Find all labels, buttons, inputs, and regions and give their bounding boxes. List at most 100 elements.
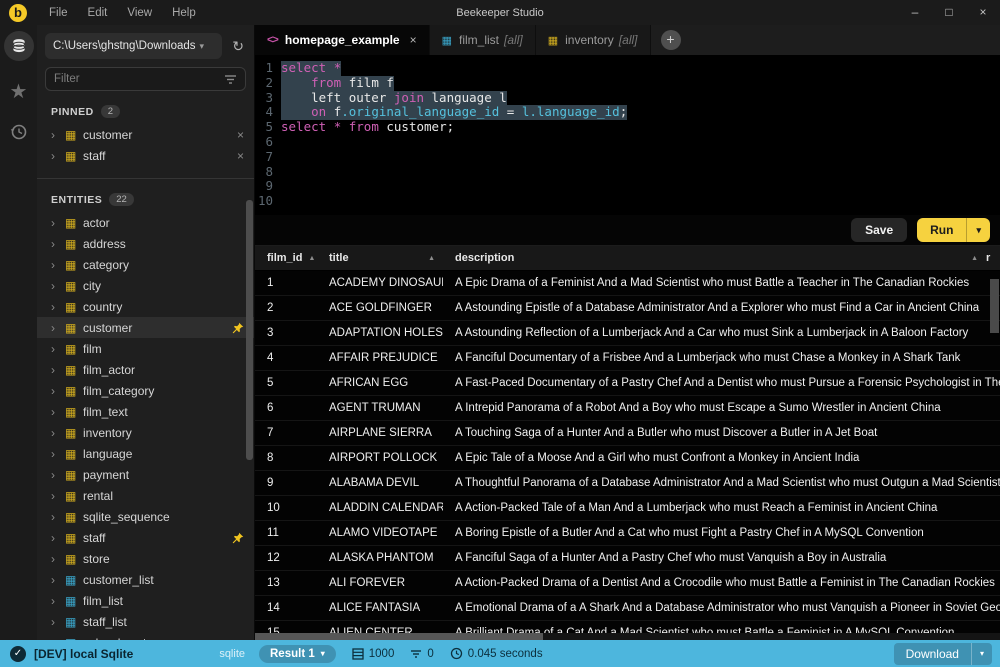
entity-item-staff_list[interactable]: ›▦staff_list [37, 611, 254, 632]
cell-title: ALABAMA DEVIL [317, 477, 443, 489]
refresh-icon[interactable]: ↻ [232, 38, 244, 55]
table-icon: ▦ [65, 405, 83, 419]
tab-inventory[interactable]: ▦inventory[all] [536, 25, 651, 55]
column-header-film-id[interactable]: film_id ▲ [255, 252, 317, 264]
chevron-right-icon: › [51, 594, 65, 608]
maximize-icon[interactable]: □ [932, 0, 966, 25]
history-icon[interactable] [9, 122, 28, 146]
entity-item-film_list[interactable]: ›▦film_list [37, 590, 254, 611]
connection-selector[interactable]: C:\Users\ghstng\Downloads ▾ [45, 33, 222, 59]
entity-item-sales_by_store[interactable]: ›▦sales_by_store [37, 632, 254, 640]
entity-item-customer[interactable]: ›▦customer [37, 317, 254, 338]
run-options-caret-icon[interactable]: ▾ [966, 218, 990, 242]
cell-title: ALASKA PHANTOM [317, 552, 443, 564]
column-header-description[interactable]: description ▲ [443, 252, 986, 264]
pinned-item-customer[interactable]: ›▦customer× [37, 124, 254, 145]
close-tab-icon[interactable]: × [410, 33, 417, 47]
table-row[interactable]: 14ALICE FANTASIAA Emotional Drama of a A… [255, 596, 1000, 621]
pinned-item-staff[interactable]: ›▦staff× [37, 145, 254, 166]
close-icon[interactable]: × [966, 0, 1000, 25]
editor-line-text: left outer join language l [281, 91, 507, 106]
results-horizontal-scrollbar[interactable] [255, 633, 543, 640]
table-row[interactable]: 8AIRPORT POLLOCKA Epic Tale of a Moose A… [255, 446, 1000, 471]
cell-film-id: 12 [255, 552, 317, 564]
menu-edit[interactable]: Edit [78, 7, 118, 19]
cell-film-id: 11 [255, 527, 317, 539]
table-row[interactable]: 2ACE GOLDFINGERA Astounding Epistle of a… [255, 296, 1000, 321]
entity-item-film_text[interactable]: ›▦film_text [37, 401, 254, 422]
table-row[interactable]: 6AGENT TRUMANA Intrepid Panorama of a Ro… [255, 396, 1000, 421]
tab-film_list[interactable]: ▦film_list[all] [430, 25, 536, 55]
row-count: 1000 [352, 648, 395, 660]
run-button[interactable]: Run ▾ [917, 218, 990, 242]
entity-item-payment[interactable]: ›▦payment [37, 464, 254, 485]
editor-line: 6 [255, 135, 1000, 150]
cell-title: ACADEMY DINOSAUR [317, 277, 443, 289]
filter-input[interactable] [54, 73, 224, 85]
table-row[interactable]: 7AIRPLANE SIERRAA Touching Saga of a Hun… [255, 421, 1000, 446]
unpin-close-icon[interactable]: × [237, 149, 244, 163]
download-label[interactable]: Download [894, 643, 971, 665]
menu-file[interactable]: File [39, 7, 78, 19]
editor-line-text: on f.original_language_id = l.language_i… [281, 105, 627, 120]
sort-asc-icon: ▲ [308, 255, 315, 262]
chevron-right-icon: › [51, 405, 65, 419]
cell-title: ADAPTATION HOLES [317, 327, 443, 339]
entity-item-film_category[interactable]: ›▦film_category [37, 380, 254, 401]
table-row[interactable]: 13ALI FOREVERA Action-Packed Drama of a … [255, 571, 1000, 596]
entity-item-actor[interactable]: ›▦actor [37, 212, 254, 233]
entity-item-category[interactable]: ›▦category [37, 254, 254, 275]
entity-item-film[interactable]: ›▦film [37, 338, 254, 359]
entity-item-city[interactable]: ›▦city [37, 275, 254, 296]
download-button[interactable]: Download ▾ [894, 643, 992, 665]
column-header-partial[interactable]: r [986, 252, 1000, 264]
new-tab-button[interactable]: + [661, 30, 681, 50]
save-button[interactable]: Save [851, 218, 907, 242]
entity-list: ›▦actor›▦address›▦category›▦city›▦countr… [37, 212, 254, 640]
table-row[interactable]: 9ALABAMA DEVILA Thoughtful Panorama of a… [255, 471, 1000, 496]
unpin-close-icon[interactable]: × [237, 128, 244, 142]
entity-item-language[interactable]: ›▦language [37, 443, 254, 464]
entities-section-header: ENTITIES 22 [37, 179, 254, 212]
result-selector[interactable]: Result 1 ▾ [259, 645, 336, 663]
table-icon: ▦ [442, 34, 452, 47]
table-row[interactable]: 4AFFAIR PREJUDICEA Fanciful Documentary … [255, 346, 1000, 371]
entity-item-country[interactable]: ›▦country [37, 296, 254, 317]
tab-homepage_example[interactable]: <>homepage_example× [255, 25, 430, 55]
entities-count-badge: 22 [109, 193, 134, 206]
table-icon: ▦ [65, 489, 83, 503]
table-row[interactable]: 1ACADEMY DINOSAURA Epic Drama of a Femin… [255, 271, 1000, 296]
editor-line: 10 [255, 194, 1000, 209]
download-caret-icon[interactable]: ▾ [971, 643, 992, 665]
menu-help[interactable]: Help [162, 7, 206, 19]
connection-status[interactable]: ✓ [DEV] local Sqlite sqlite [0, 646, 255, 662]
column-header-title[interactable]: title ▲ [317, 252, 443, 264]
sidebar-scrollbar[interactable] [246, 200, 253, 460]
entity-label: country [83, 300, 122, 314]
menu-view[interactable]: View [117, 7, 162, 19]
pinned-item-label: staff [83, 149, 105, 163]
entity-item-address[interactable]: ›▦address [37, 233, 254, 254]
minimize-icon[interactable]: – [898, 0, 932, 25]
table-row[interactable]: 10ALADDIN CALENDARA Action-Packed Tale o… [255, 496, 1000, 521]
database-icon[interactable] [4, 31, 34, 61]
cell-title: ALADDIN CALENDAR [317, 502, 443, 514]
favorites-star-icon[interactable]: ★ [10, 79, 28, 104]
table-row[interactable]: 11ALAMO VIDEOTAPEA Boring Epistle of a B… [255, 521, 1000, 546]
editor-line-text: from film f [281, 76, 394, 91]
table-row[interactable]: 3ADAPTATION HOLESA Astounding Reflection… [255, 321, 1000, 346]
cell-description: A Fanciful Documentary of a Frisbee And … [443, 352, 1000, 364]
entity-item-store[interactable]: ›▦store [37, 548, 254, 569]
filter-lines-icon [410, 649, 422, 659]
sql-editor[interactable]: 1select *2 from film f3 left outer join … [255, 55, 1000, 215]
entity-item-rental[interactable]: ›▦rental [37, 485, 254, 506]
entity-item-sqlite_sequence[interactable]: ›▦sqlite_sequence [37, 506, 254, 527]
table-row[interactable]: 5AFRICAN EGGA Fast-Paced Documentary of … [255, 371, 1000, 396]
entity-item-inventory[interactable]: ›▦inventory [37, 422, 254, 443]
run-button-label[interactable]: Run [917, 218, 966, 242]
entity-item-film_actor[interactable]: ›▦film_actor [37, 359, 254, 380]
results-vertical-scrollbar[interactable] [990, 279, 999, 333]
entity-item-staff[interactable]: ›▦staff [37, 527, 254, 548]
table-row[interactable]: 12ALASKA PHANTOMA Fanciful Saga of a Hun… [255, 546, 1000, 571]
entity-item-customer_list[interactable]: ›▦customer_list [37, 569, 254, 590]
